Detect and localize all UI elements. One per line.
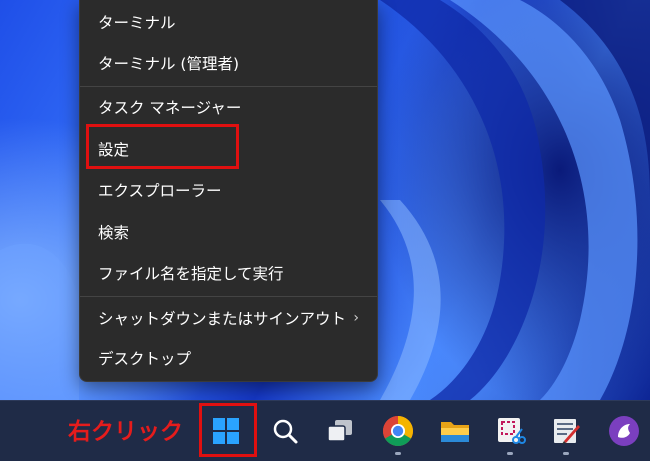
settings-highlight-box (86, 124, 239, 169)
chrome-icon (382, 416, 414, 447)
running-indicator (563, 452, 569, 455)
paint-icon (554, 419, 580, 444)
running-indicator (507, 452, 513, 455)
file-explorer-icon (441, 422, 469, 442)
task-view-icon (327, 420, 352, 442)
menu-separator (80, 86, 377, 87)
menu-item-desktop[interactable]: デスクトップ (80, 340, 377, 376)
search-button[interactable] (265, 411, 305, 451)
task-view-button[interactable] (320, 411, 360, 451)
menu-item-label: 検索 (98, 224, 130, 242)
menu-item-label: タスク マネージャー (98, 99, 242, 117)
menu-item-label: シャットダウンまたはサインアウト (98, 310, 347, 328)
menu-item-terminal-admin[interactable]: ターミナル (管理者) (80, 45, 377, 81)
running-indicator (395, 452, 401, 455)
menu-separator (80, 296, 377, 297)
menu-item-task-manager[interactable]: タスク マネージャー (80, 89, 377, 125)
chevron-right-icon: › (353, 310, 359, 326)
menu-item-run[interactable]: ファイル名を指定して実行 (80, 255, 377, 291)
paint-button[interactable] (546, 411, 586, 451)
menu-item-file-explorer[interactable]: エクスプローラー (80, 172, 377, 208)
search-icon (273, 419, 298, 444)
snipping-tool-icon (498, 418, 526, 444)
menu-item-search[interactable]: 検索 (80, 214, 377, 250)
menu-item-label: ファイル名を指定して実行 (98, 265, 284, 283)
app-button[interactable] (604, 411, 644, 451)
start-button-highlight-box (199, 403, 257, 457)
right-click-annotation: 右クリック (68, 419, 183, 445)
menu-item-shutdown-signout[interactable]: シャットダウンまたはサインアウト › (80, 300, 377, 336)
menu-item-label: エクスプローラー (98, 182, 222, 200)
context-menu: ターミナル ターミナル (管理者) タスク マネージャー 設定 エクスプローラー… (79, 0, 378, 382)
menu-item-terminal[interactable]: ターミナル (80, 4, 377, 40)
menu-item-label: デスクトップ (98, 350, 192, 368)
menu-item-label: ターミナル (管理者) (98, 55, 240, 73)
chrome-button[interactable] (378, 411, 418, 451)
snipping-tool-button[interactable] (490, 411, 530, 451)
file-explorer-button[interactable] (435, 411, 475, 451)
menu-item-label: ターミナル (98, 14, 176, 32)
app-icon (609, 416, 639, 446)
